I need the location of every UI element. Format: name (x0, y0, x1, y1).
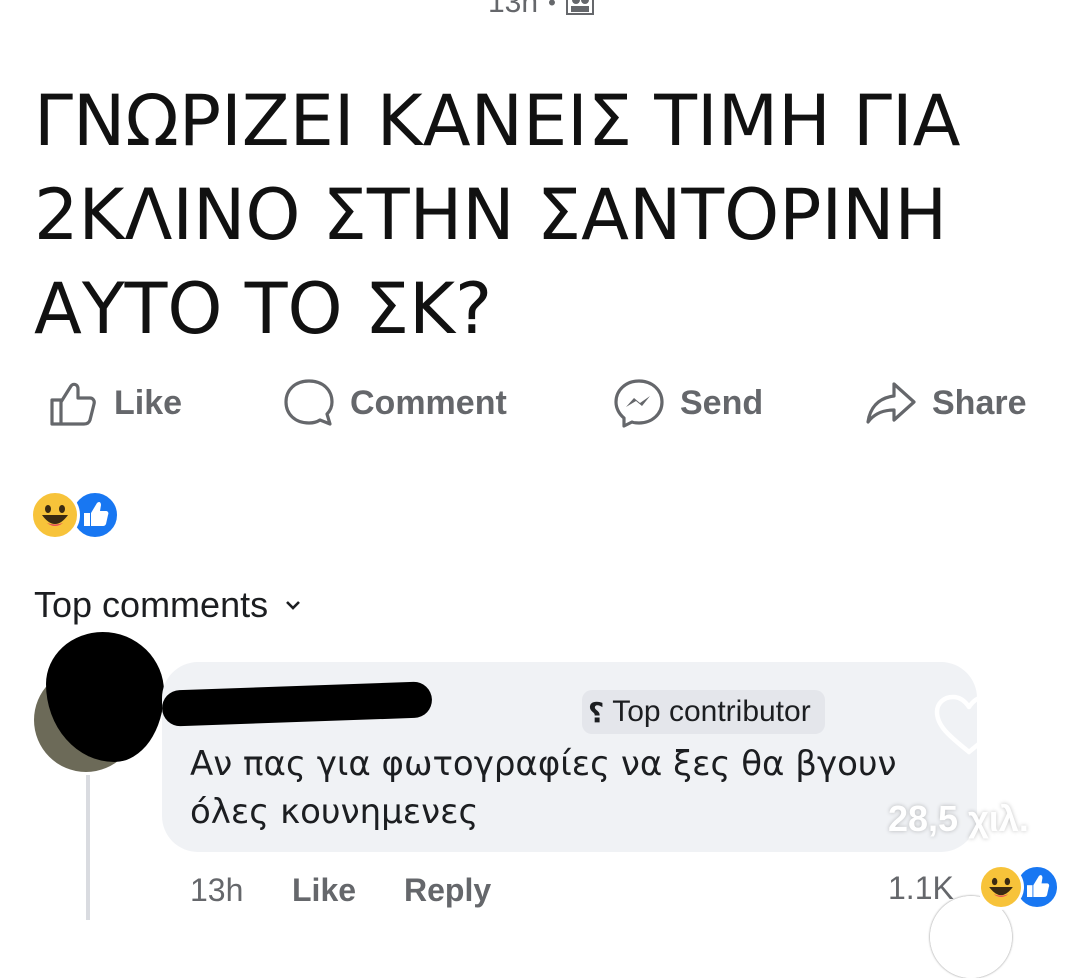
heart-icon[interactable] (932, 692, 1006, 758)
comment-reactions[interactable] (978, 864, 1060, 910)
comment-reaction-count[interactable]: 1.1K (888, 870, 954, 907)
top-contributor-badge: ⸮ Top contributor (582, 690, 825, 734)
friends-icon (565, 0, 594, 15)
post-meta: 13h • (488, 0, 594, 20)
comment-button[interactable]: Comment (282, 376, 507, 430)
comment-text: Αν πας για φωτογραφίες να ξες θα βγουν ό… (190, 740, 960, 836)
like-label: Like (114, 383, 183, 422)
contributor-icon: ⸮ (588, 696, 605, 728)
view-count-overlay: 28,5 χιλ. (888, 798, 1029, 839)
comment-time: 13h (190, 872, 244, 908)
like-button[interactable]: Like (46, 376, 182, 430)
comment-sort-dropdown[interactable]: Top comments (34, 584, 302, 626)
comment-reply-button[interactable]: Reply (404, 872, 491, 909)
post-text-line: ΑΥΤΟ ΤΟ ΣΚ? (34, 268, 493, 350)
post-text-line: ΓΝΩΡΙΖΕΙ ΚΑΝΕΙΣ ΤΙΜΗ ΓΙΑ (34, 80, 961, 162)
haha-reaction-icon (978, 864, 1024, 910)
chevron-down-icon (286, 601, 301, 610)
send-label: Send (680, 383, 764, 422)
post-text-line: 2ΚΛΙΝΟ ΣΤΗΝ ΣΑΝΤΟΡΙΝΗ (34, 174, 948, 256)
badge-label: Top contributor (612, 695, 811, 728)
send-button[interactable]: Send (612, 376, 763, 430)
post-reactions[interactable] (30, 490, 120, 540)
messenger-icon (614, 379, 664, 428)
comment-text-line: όλες κουνημενες (190, 792, 479, 832)
comment-like-button[interactable]: Like (292, 872, 356, 909)
comment-label: Comment (350, 383, 507, 422)
share-label: Share (932, 383, 1027, 422)
thumbs-up-icon (50, 382, 96, 426)
haha-reaction-icon (30, 490, 80, 540)
share-icon (866, 382, 916, 424)
comment-text-line: Αν πας για φωτογραφίες να ξες θα βγουν (190, 744, 897, 784)
meta-separator: • (548, 0, 556, 15)
post-time: 13h (488, 0, 539, 19)
share-button[interactable]: Share (864, 376, 1027, 430)
thread-line (86, 775, 90, 920)
comment-icon (284, 379, 334, 426)
comment-sort-label: Top comments (34, 584, 269, 625)
post-text: ΓΝΩΡΙΖΕΙ ΚΑΝΕΙΣ ΤΙΜΗ ΓΙΑ 2ΚΛΙΝΟ ΣΤΗΝ ΣΑΝ… (34, 74, 1034, 356)
